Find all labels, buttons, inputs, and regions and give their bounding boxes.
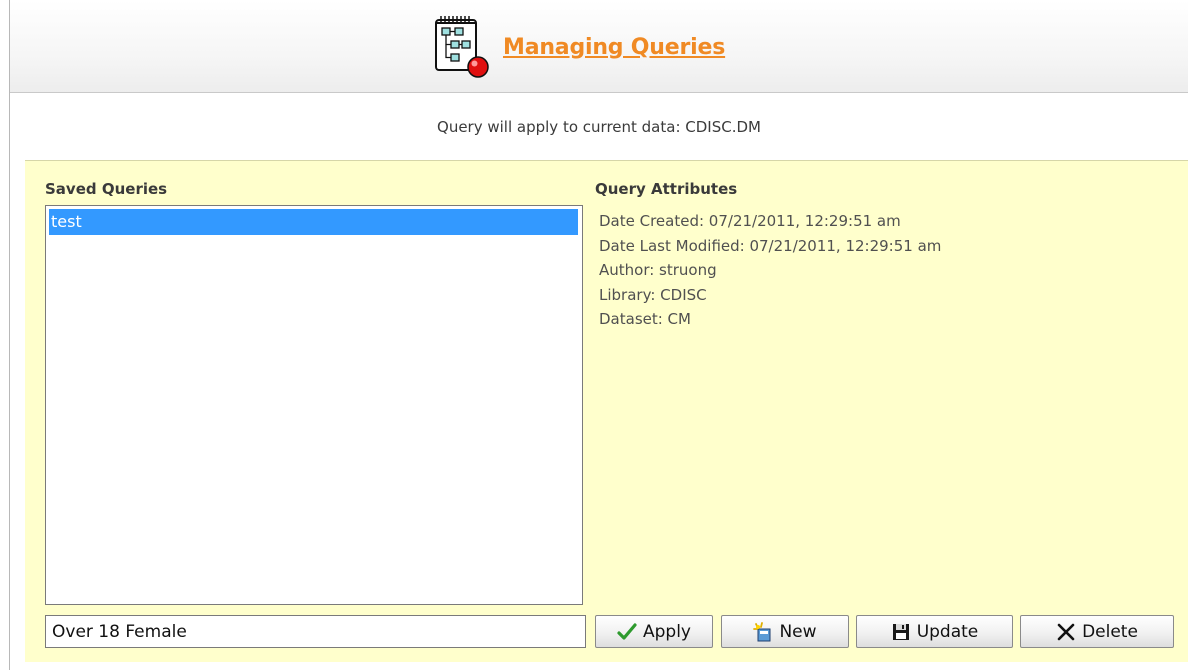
query-name-input[interactable] [45,615,586,648]
author-text: Author: struong [599,261,717,279]
list-item[interactable]: test [49,209,578,235]
dataset-text: Dataset: CM [599,310,691,328]
date-created-text: Date Created: 07/21/2011, 12:29:51 am [599,212,901,230]
header-bar: Managing Queries [10,0,1188,93]
new-query-icon [753,621,773,642]
apply-label: Apply [643,621,691,642]
new-button[interactable]: New [721,615,849,648]
saved-queries-list[interactable]: test [45,205,583,605]
query-tree-icon [433,14,493,80]
title-group: Managing Queries [433,14,725,80]
page-title-link[interactable]: Managing Queries [503,35,725,60]
new-label: New [779,621,817,642]
x-icon [1056,622,1076,642]
library-text: Library: CDISC [599,285,707,304]
delete-button[interactable]: Delete [1020,615,1174,648]
managing-queries-dialog: Managing Queries Query will apply to cur… [9,0,1188,670]
delete-label: Delete [1082,621,1138,642]
query-attributes-list: Date Created: 07/21/2011, 12:29:51 am Da… [599,209,941,332]
query-attributes-label: Query Attributes [595,180,738,198]
apply-button[interactable]: Apply [595,615,713,648]
current-data-text: Query will apply to current data: CDISC.… [437,118,761,136]
date-modified-text: Date Last Modified: 07/21/2011, 12:29:51… [599,236,942,255]
floppy-disk-icon [891,622,911,642]
update-button[interactable]: Update [856,615,1013,648]
saved-queries-label: Saved Queries [45,180,168,198]
checkmark-icon [617,622,637,642]
update-label: Update [916,621,979,642]
query-panel: Saved Queries Query Attributes test Date… [25,160,1188,662]
